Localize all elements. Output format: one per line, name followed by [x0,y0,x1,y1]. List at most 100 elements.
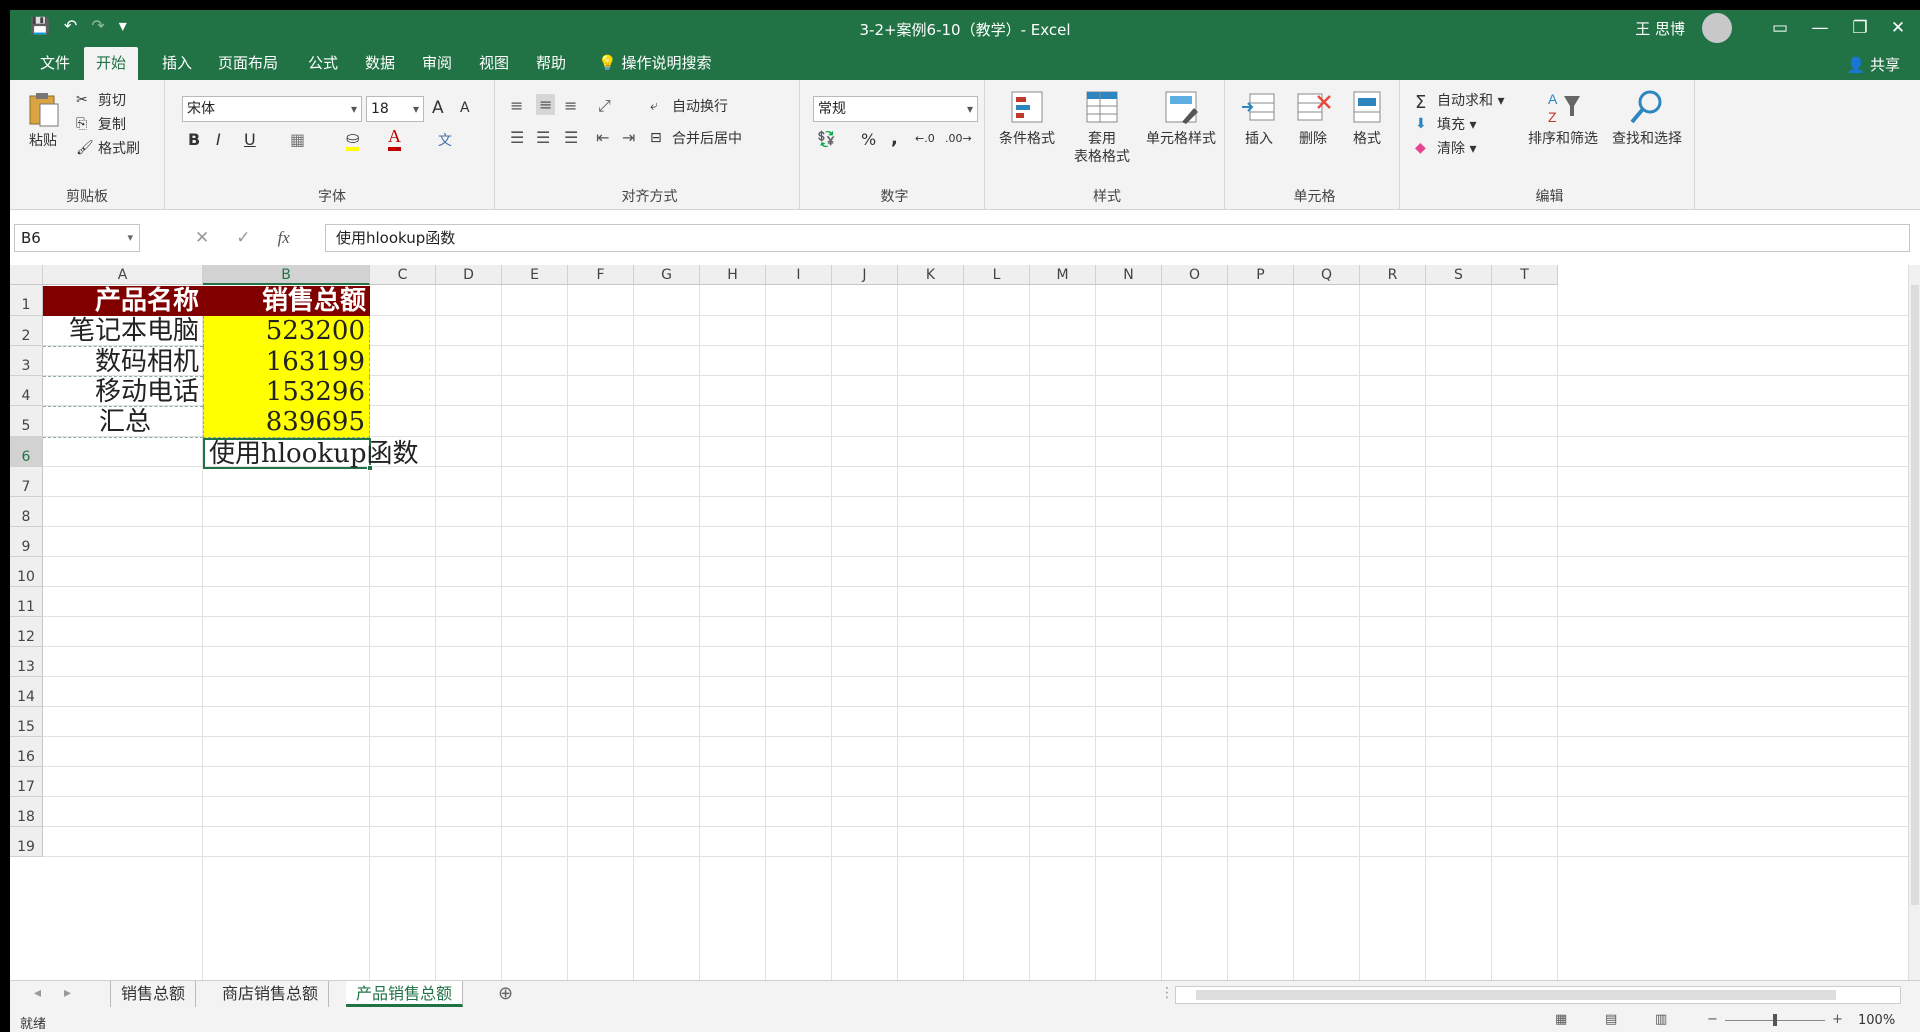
horizontal-scroll-thumb[interactable] [1196,990,1836,1000]
tab-page-layout[interactable]: 页面布局 [206,47,290,80]
column-header-A[interactable]: A [43,265,203,285]
sheet-tab-2[interactable]: 商店销售总额 [212,981,330,1007]
row-header-1[interactable]: 1 [10,285,43,316]
prev-sheet-icon[interactable]: ◂ [34,985,41,1001]
cell-A4[interactable]: 移动电话 [43,377,203,407]
zoom-slider-thumb[interactable] [1773,1014,1777,1026]
increase-indent-icon[interactable]: ⇥ [622,128,635,147]
zoom-in-icon[interactable]: + [1832,1012,1843,1027]
align-center-icon[interactable]: ☰ [536,128,550,147]
tab-insert[interactable]: 插入 [150,47,204,80]
horizontal-scrollbar[interactable] [1175,986,1901,1004]
autosum-button[interactable]: Σ 自动求和 ▾ [1415,90,1504,113]
column-header-P[interactable]: P [1228,265,1294,285]
row-header-10[interactable]: 10 [10,557,43,587]
column-header-R[interactable]: R [1360,265,1426,285]
cell-B1[interactable]: 销售总额 [203,286,370,316]
cut-button[interactable]: ✂ 剪切 [76,90,126,110]
shrink-font-button[interactable]: A [460,100,470,116]
format-painter-button[interactable]: 🖌 格式刷 [76,138,140,158]
align-top-icon[interactable]: ≡ [510,96,523,115]
copy-button[interactable]: ⎘ 复制 [76,114,126,134]
normal-view-icon[interactable]: ▦ [1555,1012,1567,1027]
number-format-combo[interactable]: 常规 ▾ [813,96,978,122]
italic-button[interactable]: I [216,130,221,149]
align-bottom-icon[interactable]: ≡ [564,96,577,115]
orientation-icon[interactable]: ⤢ [598,96,611,116]
row-header-11[interactable]: 11 [10,587,43,617]
tab-view[interactable]: 视图 [467,47,521,80]
underline-button[interactable]: U [244,130,256,149]
row-header-9[interactable]: 9 [10,527,43,557]
comma-button[interactable]: , [891,128,898,149]
decrease-decimal-icon[interactable]: .00→ [945,132,972,145]
clear-button[interactable]: ◆ 清除 ▾ [1415,138,1476,158]
column-header-E[interactable]: E [502,265,568,285]
row-header-8[interactable]: 8 [10,497,43,527]
cell-B2[interactable]: 523200 [203,316,370,347]
split-handle-icon[interactable]: ⋮ [1160,985,1174,1001]
column-header-D[interactable]: D [436,265,502,285]
add-sheet-icon[interactable]: ⊕ [498,983,513,1004]
paste-button[interactable]: 粘贴 [18,90,68,150]
cell-B3[interactable]: 163199 [203,347,370,377]
wrap-text-button[interactable]: ⤶ 自动换行 [650,96,728,116]
fill-button[interactable]: ⬇ 填充 ▾ [1415,114,1476,134]
percent-button[interactable]: % [861,130,876,149]
close-icon[interactable]: ✕ [1878,14,1918,42]
borders-icon[interactable]: ▦ [290,130,305,149]
avatar[interactable] [1702,13,1732,43]
currency-icon[interactable]: 💱 [817,130,836,148]
font-color-icon[interactable]: A [388,126,401,151]
column-header-M[interactable]: M [1030,265,1096,285]
tab-help[interactable]: 帮助 [524,47,578,80]
find-select-button[interactable]: 查找和选择 [1605,88,1689,148]
tab-review[interactable]: 审阅 [410,47,464,80]
sort-filter-button[interactable]: A Z 排序和筛选 [1521,88,1605,148]
row-header-18[interactable]: 18 [10,797,43,827]
cell-styles-button[interactable]: 单元格样式 [1140,88,1222,148]
column-header-N[interactable]: N [1096,265,1162,285]
align-left-icon[interactable]: ☰ [510,128,524,147]
cell-A1[interactable]: 产品名称 [43,286,203,316]
cell-B4[interactable]: 153296 [203,377,370,407]
tab-file[interactable]: 文件 [28,47,82,80]
column-header-T[interactable]: T [1492,265,1558,285]
align-right-icon[interactable]: ☰ [564,128,578,147]
tab-home[interactable]: 开始 [84,47,139,80]
column-header-L[interactable]: L [964,265,1030,285]
font-size-combo[interactable]: 18 ▾ [366,96,424,122]
row-header-13[interactable]: 13 [10,647,43,677]
insert-function-icon[interactable]: fx [278,228,290,247]
column-header-C[interactable]: C [370,265,436,285]
cell-A5[interactable]: 汇总 [43,407,203,438]
column-header-Q[interactable]: Q [1294,265,1360,285]
formula-input[interactable]: 使用hlookup函数 [325,224,1910,252]
row-header-4[interactable]: 4 [10,376,43,406]
align-middle-icon[interactable]: ≡ [536,94,556,115]
page-layout-view-icon[interactable]: ▤ [1605,1012,1617,1027]
bold-button[interactable]: B [188,130,200,149]
conditional-formatting-button[interactable]: 条件格式 [992,88,1062,148]
row-header-14[interactable]: 14 [10,677,43,707]
worksheet-grid[interactable]: ABCDEFGHIJKLMNOPQRST 1 2 3 4 5 6 7 8 9 10 11 12 13 14… [10,265,1908,980]
column-header-S[interactable]: S [1426,265,1492,285]
grow-font-button[interactable]: A [432,98,444,118]
row-header-16[interactable]: 16 [10,737,43,767]
row-header-2[interactable]: 2 [10,316,43,346]
increase-decimal-icon[interactable]: ←.0 [915,132,935,145]
column-header-B[interactable]: B [203,265,370,285]
cancel-icon[interactable]: ✕ [195,228,209,248]
row-header-12[interactable]: 12 [10,617,43,647]
row-header-5[interactable]: 5 [10,406,43,437]
column-header-I[interactable]: I [766,265,832,285]
phonetic-icon[interactable]: 文 [438,130,452,150]
sheet-tab-3[interactable]: 产品销售总额 [346,981,464,1007]
row-header-6[interactable]: 6 [10,437,43,467]
zoom-level[interactable]: 100% [1858,1013,1895,1028]
minimize-icon[interactable]: — [1800,14,1840,42]
row-header-3[interactable]: 3 [10,346,43,376]
cell-B5[interactable]: 839695 [203,407,370,438]
row-header-7[interactable]: 7 [10,467,43,497]
sheet-tab-1[interactable]: 销售总额 [110,981,197,1007]
